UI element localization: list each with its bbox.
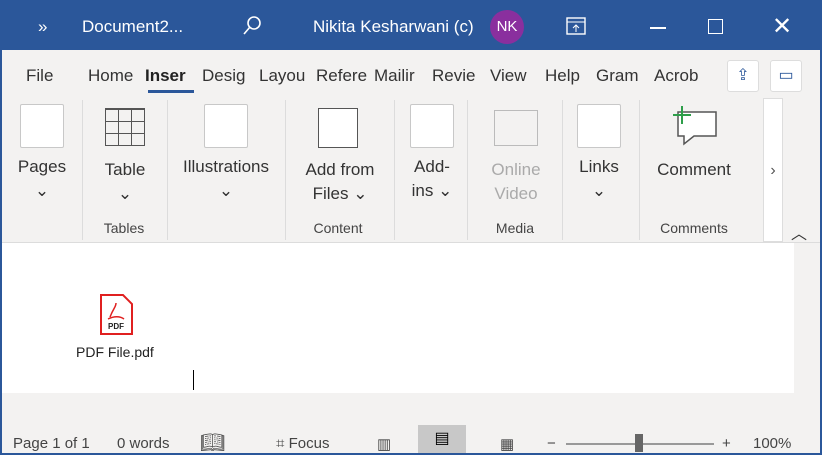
group-label-tables: Tables bbox=[103, 220, 145, 236]
illustrations-button[interactable]: Illustrations ⌄ bbox=[176, 155, 276, 203]
attachment-filename[interactable]: PDF File.pdf bbox=[76, 344, 154, 360]
maximize-button[interactable] bbox=[708, 19, 723, 34]
online-video-icon bbox=[494, 110, 538, 146]
comments-button[interactable]: ▭ bbox=[770, 60, 802, 92]
zoom-in-button[interactable]: + bbox=[722, 435, 731, 452]
group-label-content: Content bbox=[313, 220, 363, 236]
word-count[interactable]: 0 words bbox=[117, 435, 170, 452]
minimize-button[interactable] bbox=[650, 27, 666, 29]
add-from-files-icon bbox=[318, 108, 358, 148]
collapse-ribbon-button[interactable]: ︿ bbox=[791, 220, 807, 244]
tab-acrobat[interactable]: Acrob bbox=[654, 66, 702, 86]
avatar[interactable]: NK bbox=[490, 10, 524, 44]
tab-insert[interactable]: Inser bbox=[145, 66, 195, 86]
text-cursor bbox=[193, 370, 194, 390]
zoom-level[interactable]: 100% bbox=[753, 435, 791, 452]
web-layout-icon[interactable]: ▦ bbox=[500, 435, 514, 453]
search-icon[interactable] bbox=[240, 14, 264, 38]
group-label-comments: Comments bbox=[660, 220, 728, 236]
tab-file[interactable]: File bbox=[26, 66, 53, 86]
ribbon-scroll-right-button[interactable]: › bbox=[763, 98, 783, 242]
word-window: File Home Inser Desig Layou Refere Maili… bbox=[2, 50, 820, 455]
quick-access-toolbar-button[interactable]: » bbox=[38, 17, 47, 37]
active-tab-indicator bbox=[148, 90, 194, 93]
addins-icon bbox=[410, 104, 454, 148]
tab-references[interactable]: Refere bbox=[316, 66, 368, 86]
tab-home[interactable]: Home bbox=[88, 66, 138, 86]
tab-mailings[interactable]: Mailir bbox=[374, 66, 426, 86]
pdf-badge: PDF bbox=[108, 322, 124, 331]
comment-button[interactable]: Comment bbox=[649, 158, 739, 182]
document-title: Document2... bbox=[82, 17, 184, 36]
online-video-button: Online Video bbox=[491, 160, 541, 203]
pdf-file-icon[interactable]: PDF bbox=[98, 293, 134, 337]
zoom-out-button[interactable]: − bbox=[547, 435, 556, 452]
illustrations-icon bbox=[204, 104, 248, 148]
page-count[interactable]: Page 1 of 1 bbox=[13, 435, 90, 452]
zoom-slider-thumb[interactable] bbox=[635, 434, 643, 452]
tab-review[interactable]: Revie bbox=[432, 66, 482, 86]
tab-view[interactable]: View bbox=[490, 66, 527, 86]
print-layout-button[interactable]: ▤ bbox=[418, 425, 466, 453]
tab-layout[interactable]: Layou bbox=[259, 66, 309, 86]
proofing-icon[interactable]: 📖︎ bbox=[200, 430, 225, 455]
tab-design[interactable]: Desig bbox=[202, 66, 252, 86]
pages-button[interactable]: Pages ⌄ bbox=[12, 155, 72, 203]
comment-icon bbox=[673, 106, 717, 146]
read-mode-icon[interactable]: ▥ bbox=[377, 435, 391, 453]
focus-button[interactable]: ⌗ Focus bbox=[276, 435, 329, 452]
group-label-media: Media bbox=[495, 220, 535, 236]
share-button[interactable]: ⇪ bbox=[727, 60, 759, 92]
add-from-files-button[interactable]: Add from Files ⌄ bbox=[290, 158, 390, 206]
table-button[interactable]: Table ⌄ bbox=[95, 158, 155, 206]
links-button[interactable]: Links ⌄ bbox=[569, 155, 629, 203]
ribbon-display-options-icon[interactable] bbox=[566, 17, 586, 35]
document-page[interactable]: PDF PDF File.pdf bbox=[2, 243, 794, 393]
table-icon bbox=[105, 108, 145, 146]
addins-button[interactable]: Add-ins ⌄ bbox=[402, 155, 462, 203]
close-button[interactable]: ✕ bbox=[772, 12, 792, 41]
pages-icon bbox=[20, 104, 64, 148]
links-icon bbox=[577, 104, 621, 148]
tab-grammarly[interactable]: Gram bbox=[596, 66, 646, 86]
user-name[interactable]: Nikita Kesharwani (c) bbox=[313, 17, 474, 37]
tab-help[interactable]: Help bbox=[545, 66, 580, 86]
